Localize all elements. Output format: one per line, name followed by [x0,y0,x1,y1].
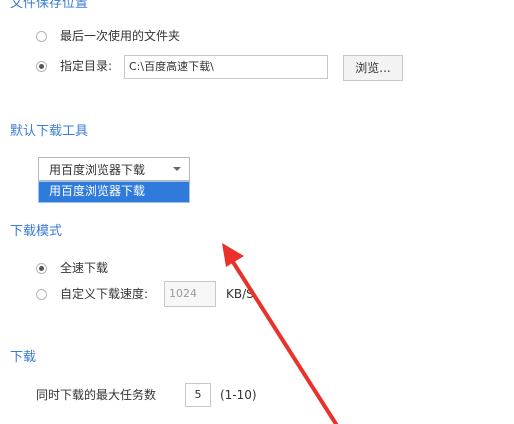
arrow-shaft [231,260,338,424]
annotation-arrow [222,243,338,424]
